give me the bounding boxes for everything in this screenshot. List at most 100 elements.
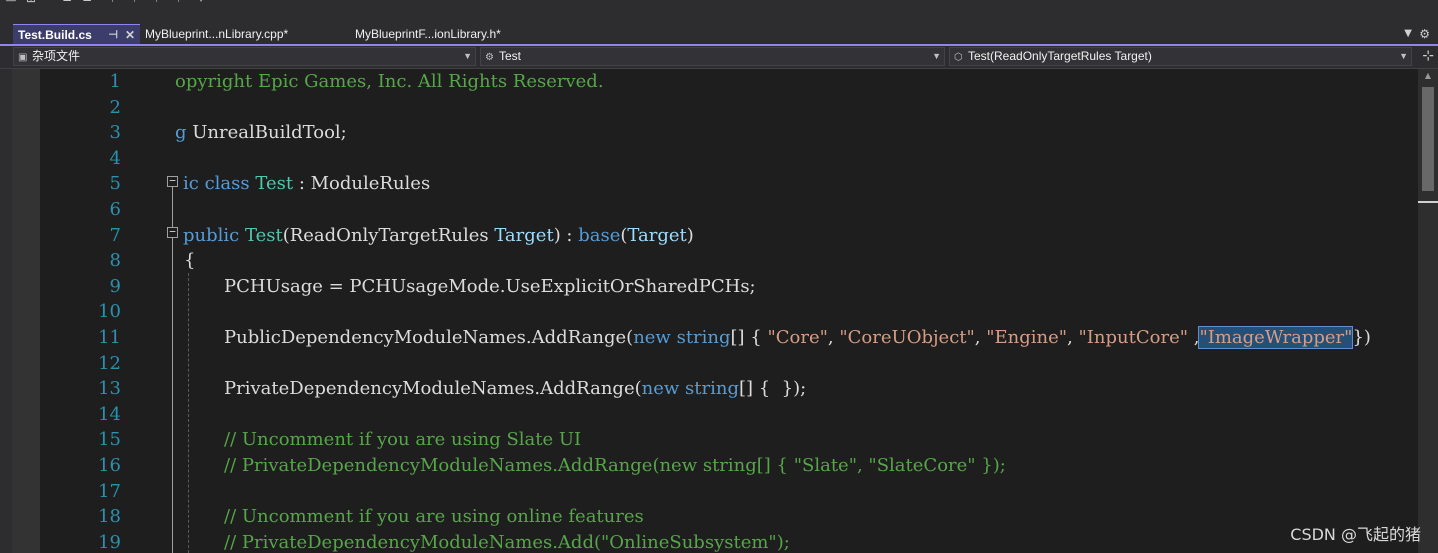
- keyword: ic: [183, 173, 199, 195]
- tab-label: MyBlueprintF...ionLibrary.h*: [355, 27, 501, 41]
- string-literal: "Engine": [986, 327, 1068, 348]
- string-literal: "CoreUObject": [839, 327, 975, 348]
- line-number: 10: [98, 301, 121, 323]
- type-name: Test: [255, 173, 294, 195]
- tab-list-dropdown-icon[interactable]: ▼: [1404, 24, 1412, 44]
- line-number: 8: [109, 250, 121, 272]
- line-number: 1: [109, 71, 121, 92]
- code-line-11: PublicDependencyModuleNames.AddRange(new…: [224, 325, 1371, 351]
- close-icon[interactable]: ✕: [125, 25, 135, 44]
- keyword: new: [641, 378, 680, 400]
- code-text: [] { });: [738, 378, 807, 400]
- editor-left-margin: [0, 69, 12, 553]
- project-combo-value: 杂项文件: [32, 49, 81, 63]
- keyword: string: [685, 378, 739, 400]
- tab-test-build-cs[interactable]: Test.Build.cs ⊣ ✕: [13, 24, 140, 44]
- selected-string-literal[interactable]: "ImageWrapper": [1198, 326, 1354, 349]
- outdent-icon[interactable]: ≡: [80, 0, 94, 5]
- tab-myblueprint-h[interactable]: MyBlueprintF...ionLibrary.h*: [350, 24, 560, 44]
- indent-icon[interactable]: ≡: [60, 0, 74, 5]
- keyword: base: [578, 224, 621, 246]
- code-line-9: PCHUsage = PCHUsageMode.UseExplicitOrSha…: [224, 274, 756, 300]
- class-icon: ⚙: [485, 52, 494, 63]
- line-number: 16: [98, 455, 121, 476]
- code-line-5: ic class Test : ModuleRules: [183, 171, 430, 197]
- save-icon[interactable]: ▭: [4, 0, 18, 5]
- code-text: }): [1352, 327, 1371, 348]
- code-text: (ReadOnlyTargetRules: [282, 224, 495, 246]
- collapse-icon[interactable]: −: [167, 226, 178, 238]
- fold-line: [172, 238, 173, 553]
- line-number: 9: [109, 275, 121, 297]
- keyword: public: [183, 224, 240, 246]
- scrollbar-thumb[interactable]: [1422, 87, 1434, 191]
- code-editor[interactable]: 1 2 3 4 5 6 7 8 9 10 11 12 13 14 15 16 1…: [0, 69, 1438, 553]
- code-text: PublicDependencyModuleNames.AddRange(: [224, 327, 634, 348]
- keyword: class: [204, 173, 250, 195]
- chevron-down-icon[interactable]: ▼: [463, 48, 472, 65]
- code-line-19: // PrivateDependencyModuleNames.Add("Onl…: [224, 530, 790, 553]
- bookmark-next-icon[interactable]: ⚑: [152, 0, 166, 5]
- code-text: PCHUsage = PCHUsageMode.UseExplicitOrSha…: [224, 275, 756, 297]
- chevron-down-icon[interactable]: ▼: [1399, 48, 1408, 65]
- line-number: 12: [98, 352, 121, 374]
- line-number: 14: [98, 403, 121, 425]
- method-icon: ⬡: [954, 52, 963, 63]
- type-name: Test: [244, 224, 283, 246]
- document-tab-bar: Test.Build.cs ⊣ ✕ MyBlueprint...nLibrary…: [0, 24, 1438, 46]
- project-combo[interactable]: ▣ 杂项文件 ▼: [13, 47, 476, 66]
- code-text: : ModuleRules: [293, 173, 431, 195]
- line-number: 5: [109, 173, 121, 195]
- code-text: {: [184, 250, 196, 272]
- bookmark-prev-icon[interactable]: ⚑: [130, 0, 144, 5]
- scroll-up-icon[interactable]: ▲: [1418, 69, 1438, 83]
- caret-position-marker: [1418, 201, 1438, 203]
- bookmark-clear-icon[interactable]: ⚑: [174, 0, 188, 5]
- toolbar-strip: ▭ ⊞ ≡ ≡ ⚑ ⚑ ⚑ ⚑ ▾: [0, 0, 1438, 24]
- line-number: 6: [109, 199, 121, 220]
- gear-icon[interactable]: ⚙: [1419, 24, 1430, 44]
- class-combo-value: Test: [499, 49, 522, 63]
- code-text: ,: [1188, 327, 1200, 348]
- navigation-bar: ▣ 杂项文件 ▼ ⚙ Test ▼ ⬡ Test(ReadOnlyTargetRule…: [0, 46, 1438, 69]
- tab-label: MyBlueprint...nLibrary.cpp*: [145, 27, 289, 41]
- code-line-16: // PrivateDependencyModuleNames.AddRange…: [224, 453, 1006, 479]
- indent-guide: [188, 273, 189, 553]
- line-number: 17: [98, 480, 121, 502]
- chevron-down-icon[interactable]: ▼: [932, 48, 941, 65]
- vertical-scrollbar[interactable]: ▲: [1418, 69, 1438, 553]
- code-line-7: public Test(ReadOnlyTargetRules Target) …: [183, 223, 694, 249]
- line-number: 18: [98, 506, 121, 528]
- tab-label: Test.Build.cs: [18, 28, 92, 42]
- string-literal: "Core": [767, 327, 828, 348]
- tab-myblueprint-cpp[interactable]: MyBlueprint...nLibrary.cpp*: [140, 24, 348, 44]
- member-combo-value: Test(ReadOnlyTargetRules Target): [968, 49, 1152, 63]
- code-line-13: PrivateDependencyModuleNames.AddRange(ne…: [224, 376, 806, 402]
- pin-icon[interactable]: ⊣: [108, 25, 118, 44]
- line-number: 11: [98, 327, 121, 348]
- code-text: PrivateDependencyModuleNames.AddRange(: [224, 378, 642, 400]
- code-text: ): [686, 224, 694, 246]
- collapse-icon[interactable]: −: [167, 175, 178, 187]
- line-number: 7: [109, 224, 121, 246]
- split-window-icon[interactable]: ⊹: [1422, 47, 1434, 66]
- bookmark-icon[interactable]: ⚑: [108, 0, 122, 5]
- keyword: string: [676, 327, 731, 348]
- keyword: g: [175, 122, 187, 144]
- toolbar-overflow-icon[interactable]: ▾: [194, 0, 208, 5]
- string-literal: "InputCore": [1078, 327, 1189, 348]
- member-combo[interactable]: ⬡ Test(ReadOnlyTargetRules Target) ▼: [949, 47, 1412, 66]
- layout-icon[interactable]: ⊞: [24, 0, 38, 5]
- code-line-3: g UnrealBuildTool;: [175, 120, 347, 146]
- line-number: 15: [98, 429, 121, 451]
- comment: // PrivateDependencyModuleNames.Add("Onl…: [224, 531, 790, 553]
- class-combo[interactable]: ⚙ Test ▼: [480, 47, 945, 66]
- code-text: ,: [1067, 327, 1079, 348]
- fold-line: [172, 187, 173, 227]
- keyword: new: [633, 327, 671, 348]
- comment: // Uncomment if you are using online fea…: [224, 506, 644, 528]
- csharp-file-icon: ▣: [18, 52, 28, 63]
- code-text: [] {: [730, 327, 768, 348]
- line-number: 19: [98, 531, 121, 553]
- code-line-8: {: [184, 248, 195, 274]
